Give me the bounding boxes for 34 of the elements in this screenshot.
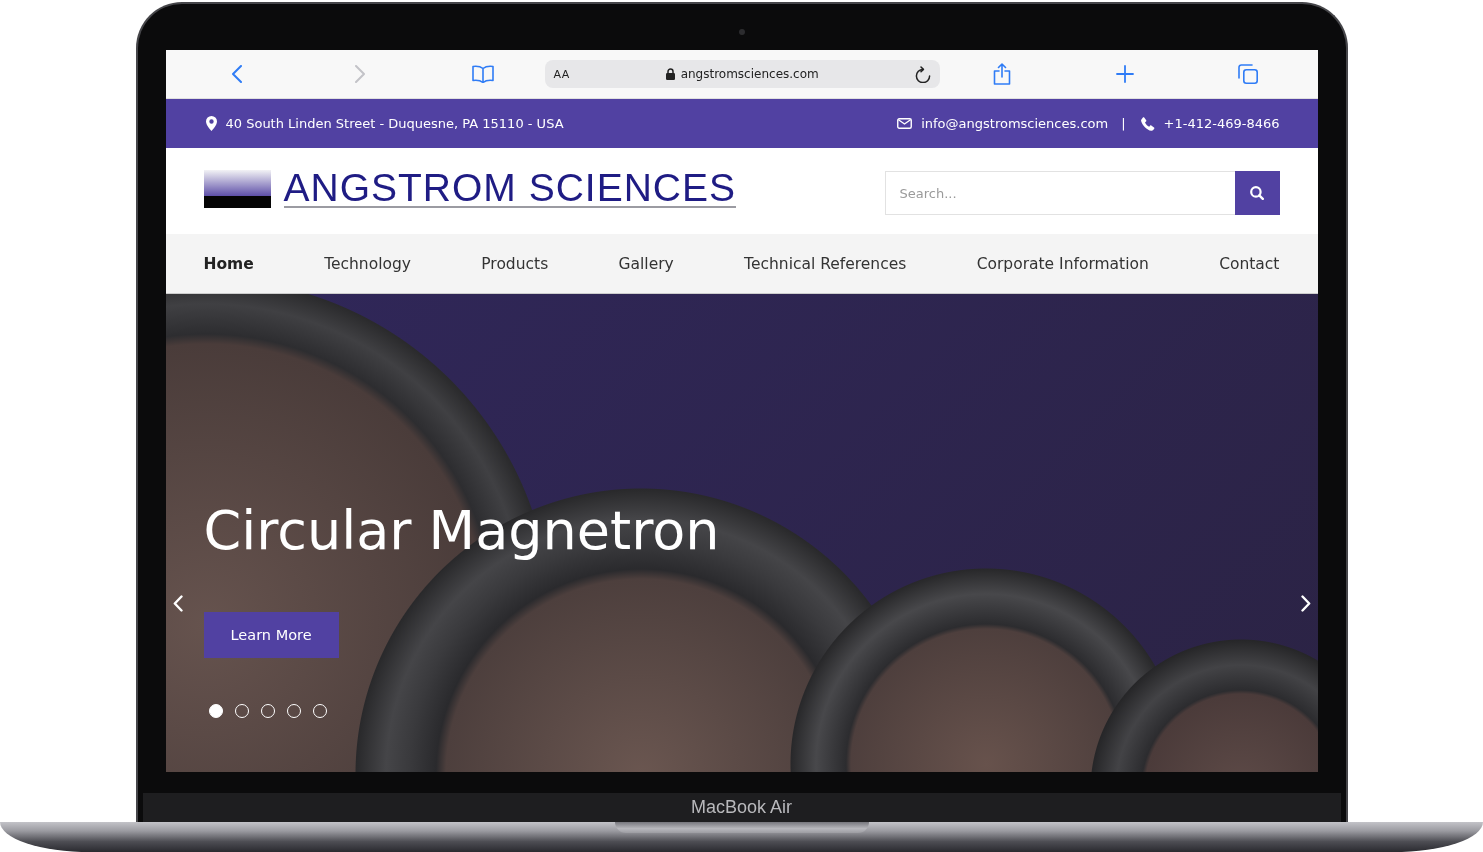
learn-more-button[interactable]: Learn More bbox=[203, 611, 339, 658]
reload-icon[interactable] bbox=[914, 65, 931, 83]
overlapping-squares-icon[interactable] bbox=[1237, 64, 1258, 84]
search-button[interactable] bbox=[1234, 171, 1280, 215]
nav-link[interactable]: Gallery bbox=[618, 254, 674, 273]
envelope-icon bbox=[897, 118, 913, 129]
map-pin-icon bbox=[205, 116, 217, 131]
chevron-left-icon[interactable] bbox=[231, 65, 242, 83]
address-text: 40 South Linden Street - Duquesne, PA 15110 - USA bbox=[225, 116, 564, 131]
nav-link[interactable]: Home bbox=[203, 254, 254, 273]
lock-icon bbox=[665, 68, 675, 80]
reader-button[interactable]: AA bbox=[553, 67, 570, 81]
share-icon[interactable] bbox=[992, 63, 1011, 85]
phone-icon bbox=[1140, 116, 1155, 131]
nav-link[interactable]: Corporate Information bbox=[976, 254, 1149, 273]
slide-title: Circular Magnetron bbox=[203, 499, 720, 564]
search-field[interactable]: Search... bbox=[884, 171, 1235, 215]
phone-link[interactable]: +1-412-469-8466 bbox=[1163, 116, 1280, 131]
url-text: angstromsciences.com bbox=[680, 67, 819, 81]
email-link[interactable]: info@angstromsciences.com bbox=[921, 116, 1109, 131]
plus-icon[interactable] bbox=[1115, 65, 1134, 83]
nav-link[interactable]: Technology bbox=[324, 254, 411, 273]
nav-link[interactable]: Products bbox=[481, 254, 549, 273]
address-bar[interactable]: AA angstromsciences.com bbox=[544, 60, 940, 88]
separator: | bbox=[1121, 116, 1126, 131]
camera-dot-icon bbox=[738, 29, 745, 35]
nav-link[interactable]: Technical References bbox=[744, 254, 907, 273]
slide-dot-icon[interactable] bbox=[208, 703, 223, 718]
device-label: MacBook Air bbox=[690, 797, 792, 818]
logo-text[interactable]: ANGSTROM SCIENCES bbox=[283, 170, 737, 208]
logo-icon[interactable] bbox=[203, 170, 271, 208]
open-book-icon[interactable] bbox=[471, 65, 494, 83]
search-icon bbox=[1250, 186, 1264, 200]
nav-link[interactable]: Contact bbox=[1219, 254, 1280, 273]
